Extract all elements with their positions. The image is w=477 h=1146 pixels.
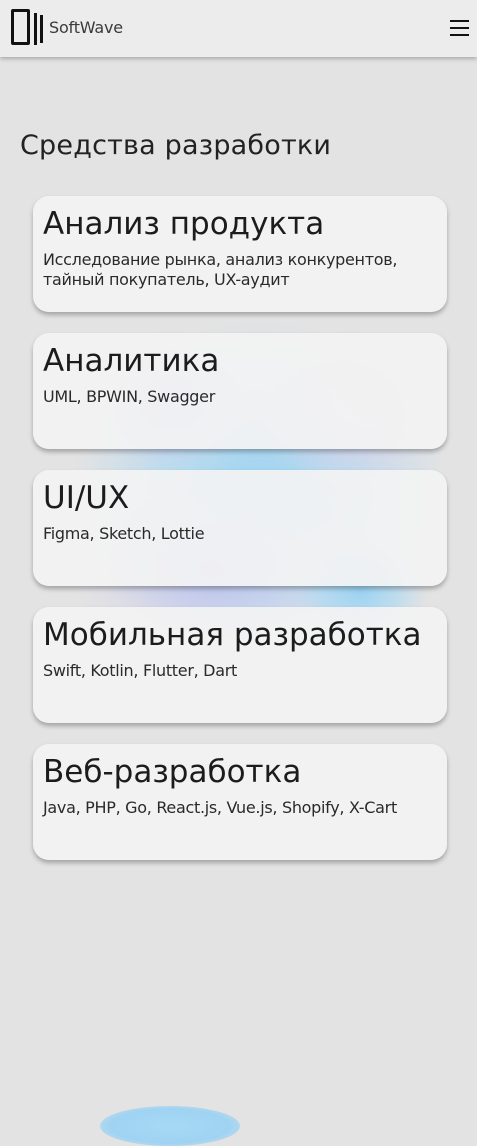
service-card-product-analysis[interactable]: Анализ продукта Исследование рынка, анал… xyxy=(33,196,447,312)
card-title: Мобильная разработка xyxy=(43,617,422,653)
section-title: Средства разработки xyxy=(20,130,332,161)
brand-logo[interactable]: SoftWave xyxy=(11,7,123,47)
card-title: Аналитика xyxy=(43,343,220,379)
service-card-mobile-development[interactable]: Мобильная разработка Swift, Kotlin, Flut… xyxy=(33,607,447,723)
card-description: Swift, Kotlin, Flutter, Dart xyxy=(43,661,237,680)
hamburger-menu-icon[interactable] xyxy=(449,17,471,39)
card-description: Java, PHP, Go, React.js, Vue.js, Shopify… xyxy=(43,798,397,817)
service-card-analytics[interactable]: Аналитика UML, BPWIN, Swagger xyxy=(33,333,447,449)
service-card-ui-ux[interactable]: UI/UX Figma, Sketch, Lottie xyxy=(33,470,447,586)
card-title: Анализ продукта xyxy=(43,206,325,242)
card-title: UI/UX xyxy=(43,480,130,516)
decorative-blob xyxy=(100,1106,240,1146)
brand-name: SoftWave xyxy=(49,17,123,37)
top-header: SoftWave xyxy=(0,0,477,57)
card-title: Веб-разработка xyxy=(43,754,302,790)
service-card-web-development[interactable]: Веб-разработка Java, PHP, Go, React.js, … xyxy=(33,744,447,860)
card-description: Figma, Sketch, Lottie xyxy=(43,524,205,543)
card-description: Исследование рынка, анализ конкурентов, … xyxy=(43,250,398,289)
card-description: UML, BPWIN, Swagger xyxy=(43,387,215,406)
services-list: Анализ продукта Исследование рынка, анал… xyxy=(33,196,447,881)
softwave-logo-icon xyxy=(11,7,43,47)
